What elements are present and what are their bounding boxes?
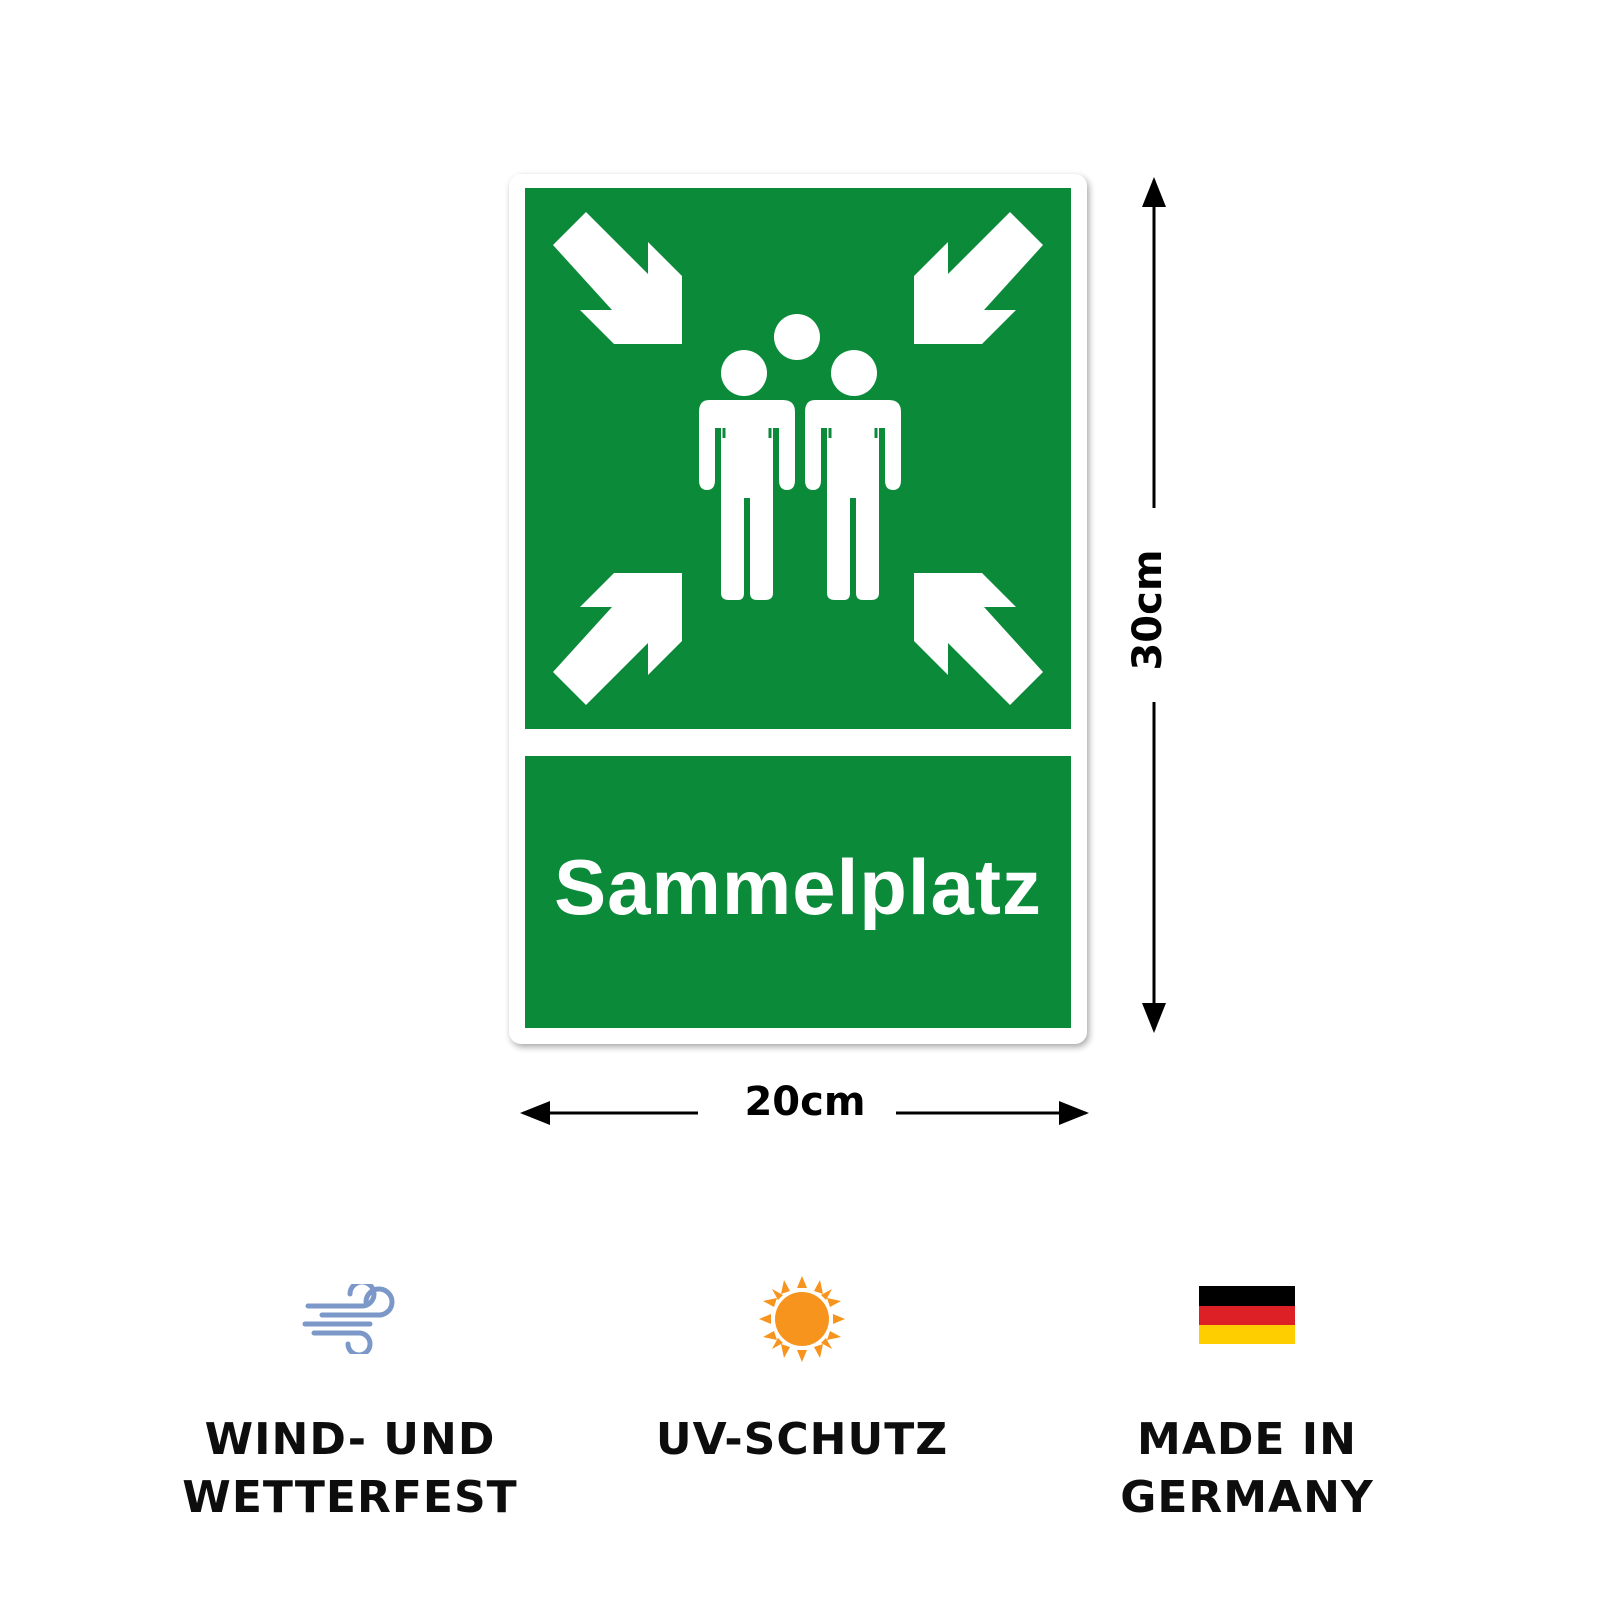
height-label: 30cm	[1125, 549, 1171, 671]
feature-germany-line1: MADE IN	[1137, 1414, 1357, 1465]
assembly-point-sign: Sammelplatz	[509, 174, 1087, 1044]
arrow-top-right-icon	[914, 212, 1043, 344]
feature-wind-line1: WIND- UND	[204, 1414, 496, 1465]
head-center-icon	[774, 314, 820, 360]
sign-label-panel: Sammelplatz	[525, 756, 1071, 1028]
sign-pictogram-panel	[525, 188, 1071, 729]
feature-uv-line1: UV-SCHUTZ	[655, 1414, 949, 1465]
assembly-point-pictogram-icon	[553, 212, 1043, 705]
germany-flag-icon	[1199, 1286, 1295, 1344]
head-left-icon	[721, 350, 767, 396]
sun-icon	[759, 1276, 845, 1362]
wind-icon	[302, 1284, 395, 1354]
sign-label: Sammelplatz	[554, 843, 1042, 931]
arrow-bottom-right-icon	[914, 573, 1043, 705]
feature-wind-line2: WETTERFEST	[182, 1472, 518, 1523]
arrow-bottom-left-icon	[553, 573, 682, 705]
head-right-icon	[831, 350, 877, 396]
width-label: 20cm	[744, 1079, 866, 1125]
person-right-icon	[805, 400, 901, 600]
arrow-top-left-icon	[553, 212, 682, 344]
person-left-icon	[699, 400, 795, 600]
feature-germany-line2: GERMANY	[1120, 1472, 1374, 1523]
